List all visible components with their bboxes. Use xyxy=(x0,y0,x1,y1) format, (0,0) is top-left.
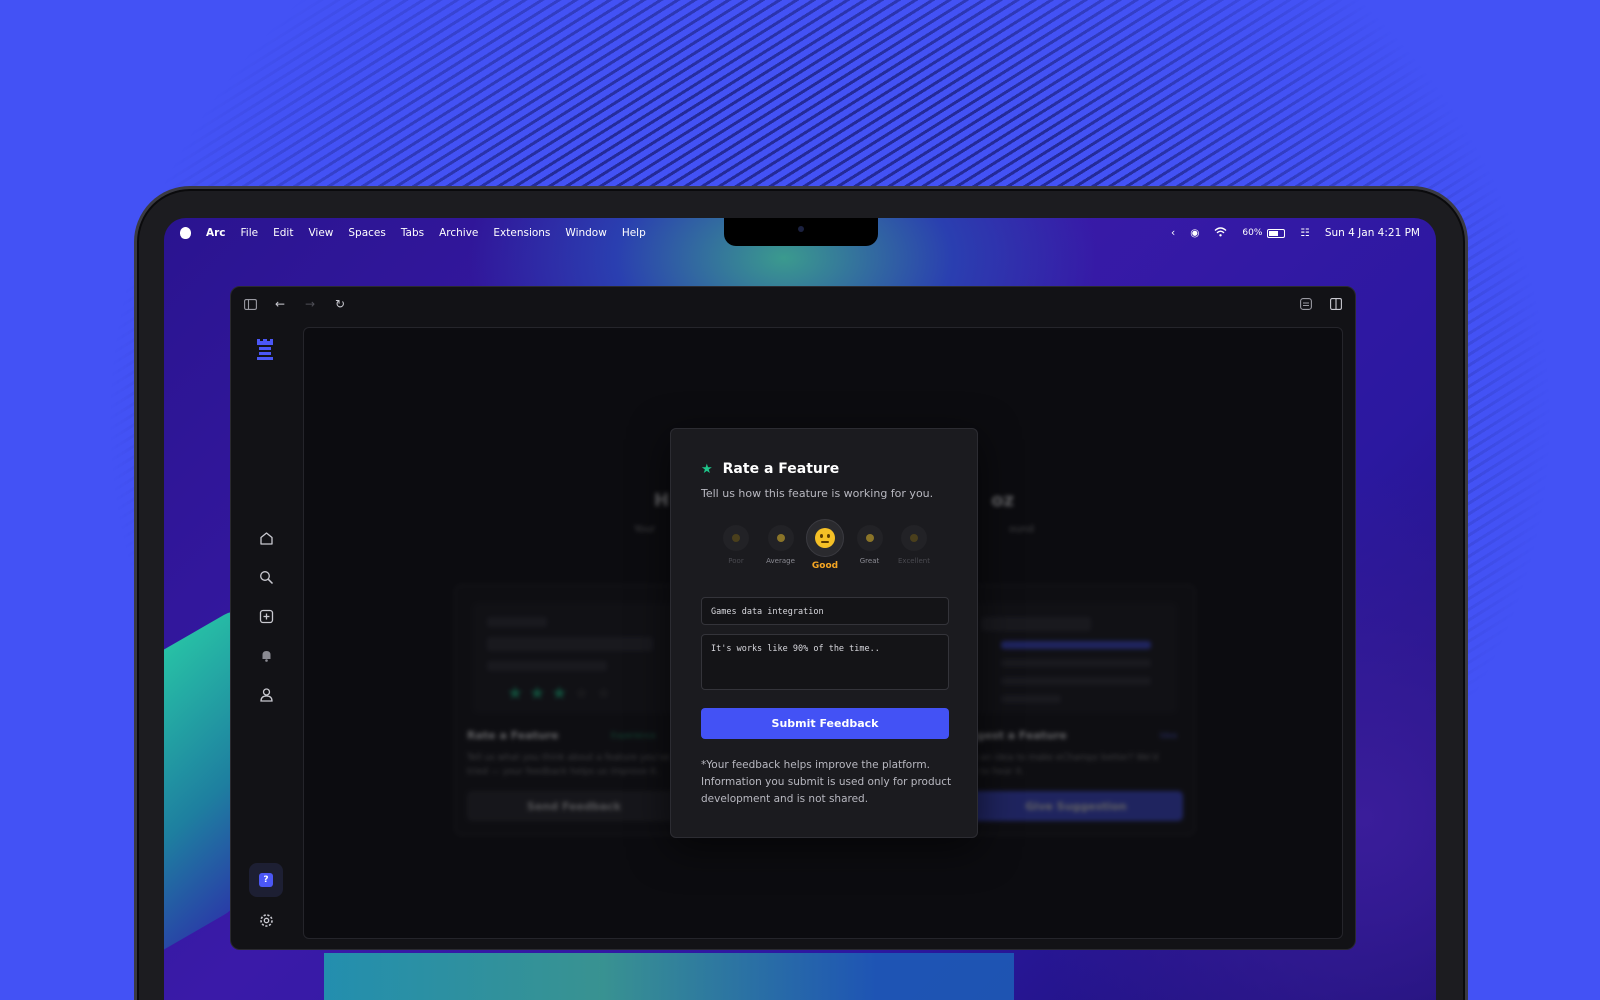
wifi-icon[interactable] xyxy=(1214,226,1227,240)
back-arrow-icon[interactable]: ← xyxy=(273,297,287,311)
rating-option-good[interactable]: Good xyxy=(804,519,846,571)
camera-notch xyxy=(724,218,878,246)
emoji-icon xyxy=(865,534,874,542)
rating-label: Average xyxy=(766,557,795,565)
feature-input[interactable]: Games data integration xyxy=(701,597,949,625)
rating-option-excellent[interactable]: Excellent xyxy=(893,519,935,565)
card-tag: Idea xyxy=(1159,731,1177,740)
card-title: Rate a Feature xyxy=(467,729,559,742)
rating-label: Good xyxy=(811,561,839,571)
rating-label: Poor xyxy=(728,557,744,565)
split-view-icon[interactable] xyxy=(1329,297,1343,311)
sidebar-toggle-icon[interactable] xyxy=(243,297,257,311)
submit-feedback-button[interactable]: Submit Feedback xyxy=(701,708,949,739)
search-icon[interactable] xyxy=(257,568,275,586)
menu-view[interactable]: View xyxy=(308,227,333,239)
card-preview: ★★★★★ xyxy=(473,603,683,713)
reload-icon[interactable]: ↻ xyxy=(333,297,347,311)
browser-window: ← → ↻ ? H oz Your ound ★★★★★ Rate a Feat… xyxy=(230,286,1356,950)
menu-file[interactable]: File xyxy=(241,227,259,239)
forward-arrow-icon[interactable]: → xyxy=(303,297,317,311)
help-icon: ? xyxy=(259,873,273,887)
rate-feature-modal: ★ Rate a Feature Tell us how this featur… xyxy=(670,428,978,838)
rate-feature-card: ★★★★★ Rate a Feature Experience Tell us … xyxy=(463,593,693,829)
emoji-icon xyxy=(732,534,740,542)
rating-label: Great xyxy=(859,557,880,565)
menu-help[interactable]: Help xyxy=(622,227,646,239)
menu-window[interactable]: Window xyxy=(565,227,606,239)
camera-icon xyxy=(798,226,804,232)
emoji-icon xyxy=(910,534,918,542)
menu-archive[interactable]: Archive xyxy=(439,227,478,239)
bell-icon[interactable] xyxy=(257,646,275,664)
menu-extensions[interactable]: Extensions xyxy=(493,227,550,239)
rating-option-poor[interactable]: Poor xyxy=(715,519,757,565)
browser-toolbar: ← → ↻ xyxy=(231,287,1355,321)
rating-option-great[interactable]: Great xyxy=(849,519,891,565)
modal-subtitle: Tell us how this feature is working for … xyxy=(701,487,934,500)
menu-edit[interactable]: Edit xyxy=(273,227,293,239)
modal-header: ★ Rate a Feature xyxy=(701,461,839,477)
add-icon[interactable] xyxy=(257,607,275,625)
play-icon[interactable]: ◉ xyxy=(1190,227,1199,239)
brand-logo-icon[interactable] xyxy=(255,337,275,361)
menu-spaces[interactable]: Spaces xyxy=(348,227,385,239)
apple-icon[interactable] xyxy=(180,227,191,239)
rating-label: Excellent xyxy=(898,557,930,565)
user-icon[interactable] xyxy=(257,685,275,703)
feedback-textarea[interactable]: It's works like 90% of the time.. xyxy=(701,634,949,690)
modal-title: Rate a Feature xyxy=(722,461,840,477)
screen: Arc File Edit View Spaces Tabs Archive E… xyxy=(164,218,1436,1000)
card-text: ave an idea to make eChampz better? We'd… xyxy=(961,753,1159,777)
wallpaper-shape-bottom xyxy=(324,953,1014,1000)
rating-option-average[interactable]: Average xyxy=(760,519,802,565)
neutral-face-icon xyxy=(815,528,835,548)
main-content: H oz Your ound ★★★★★ Rate a Feature Expe… xyxy=(303,327,1343,939)
help-button[interactable]: ? xyxy=(249,863,283,897)
menu-tabs[interactable]: Tabs xyxy=(401,227,424,239)
chevron-left-icon[interactable]: ‹ xyxy=(1171,227,1175,239)
menu-app-name[interactable]: Arc xyxy=(206,227,226,239)
star-icon: ★ xyxy=(701,461,713,477)
battery-percent: 60% xyxy=(1242,228,1263,238)
app-sidebar: ? xyxy=(231,321,301,949)
rating-selector: Poor Average Good Great Excellent xyxy=(701,519,949,579)
card-tag: Experience xyxy=(611,731,656,740)
home-icon[interactable] xyxy=(257,529,275,547)
privacy-note: *Your feedback helps improve the platfor… xyxy=(701,759,952,805)
emoji-icon xyxy=(776,534,785,542)
battery-icon[interactable] xyxy=(1267,228,1286,238)
capture-icon[interactable] xyxy=(1299,297,1313,311)
menubar-datetime[interactable]: Sun 4 Jan 4:21 PM xyxy=(1325,227,1420,239)
send-feedback-button[interactable]: Send Feedback xyxy=(467,791,681,821)
gear-icon[interactable] xyxy=(257,911,275,929)
control-center-icon[interactable]: ☷ xyxy=(1300,227,1309,239)
suggest-feature-card: uggest a Feature Idea ave an idea to mak… xyxy=(957,593,1187,829)
give-suggestion-button[interactable]: Give Suggestion xyxy=(969,791,1183,821)
card-preview xyxy=(967,603,1177,713)
card-text: Tell us what you think about a feature y… xyxy=(467,753,670,777)
